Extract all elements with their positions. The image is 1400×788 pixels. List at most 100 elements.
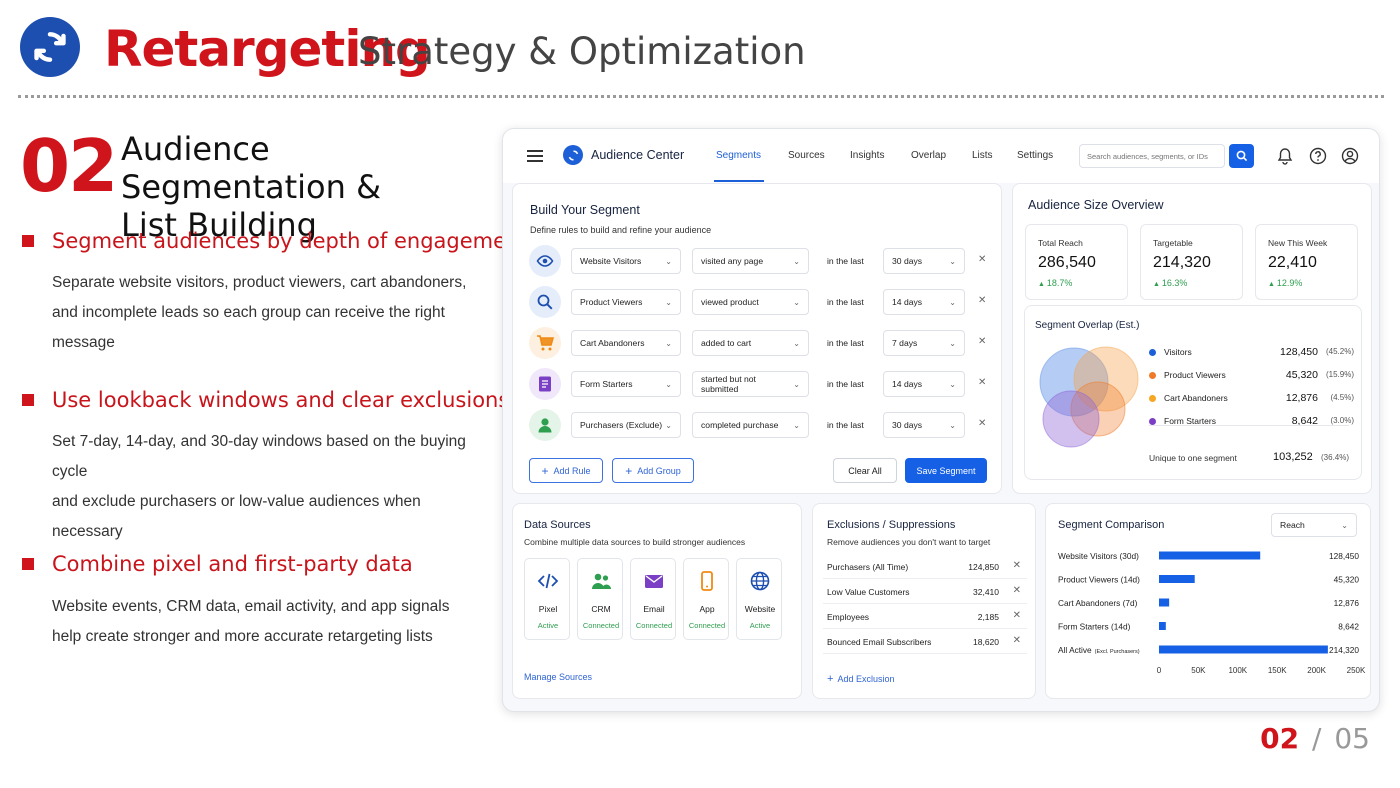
exclusion-name: Low Value Customers — [827, 587, 910, 597]
venn-form-starters — [1042, 390, 1100, 448]
overlap-card: Segment Overlap (Est.) Visitors 128,450 (4… — [1024, 305, 1362, 480]
panel-title: Build Your Segment — [530, 203, 640, 217]
audience-select[interactable]: Form Starters ⌄ — [571, 371, 681, 397]
bar — [1159, 598, 1170, 607]
action-select[interactable]: added to cart ⌄ — [692, 330, 809, 356]
remove-rule-icon[interactable]: ✕ — [978, 254, 986, 265]
stat-delta-value: 18.7% — [1046, 278, 1073, 288]
window-select[interactable]: 30 days ⌄ — [883, 412, 965, 438]
audience-select-value: Website Visitors — [580, 256, 642, 266]
up-arrow-icon: ▲ — [1038, 281, 1047, 288]
bar — [1159, 622, 1166, 630]
add-exclusion-button[interactable]: + Add Exclusion — [827, 673, 894, 685]
x-tick-label: 150K — [1268, 666, 1287, 675]
search-button[interactable] — [1229, 144, 1254, 168]
chart-title: Segment Comparison — [1058, 519, 1165, 531]
action-select[interactable]: viewed product ⌄ — [692, 289, 809, 315]
stat-value: 214,320 — [1153, 254, 1211, 271]
clear-all-button[interactable]: Clear All — [833, 458, 897, 483]
chevron-down-icon: ⌄ — [665, 338, 672, 348]
tab-insights[interactable]: Insights — [850, 150, 884, 161]
source-status: Connected — [688, 621, 726, 630]
add-rule-button[interactable]: + Add Rule — [529, 458, 603, 483]
source-card[interactable]: Pixel Active — [524, 558, 570, 640]
bullet-line: and exclude purchasers or low-value audi… — [52, 493, 421, 540]
save-segment-button[interactable]: Save Segment — [905, 458, 987, 483]
audience-select[interactable]: Product Viewers ⌄ — [571, 289, 681, 315]
source-status: Connected — [582, 621, 620, 630]
remove-exclusion-icon[interactable]: ✕ — [1013, 560, 1021, 571]
bullet-marker — [22, 394, 34, 406]
chevron-down-icon: ⌄ — [949, 338, 956, 348]
tab-overlap[interactable]: Overlap — [911, 150, 946, 161]
action-select-value: started but not submitted — [701, 374, 756, 394]
exclusions-panel: Exclusions / Suppressions Remove audienc… — [812, 503, 1036, 699]
manage-sources-link[interactable]: Manage Sources — [524, 672, 592, 682]
legend-pct: (45.2%) — [1325, 347, 1354, 356]
window-select[interactable]: 14 days ⌄ — [883, 371, 965, 397]
exclusion-name: Bounced Email Subscribers — [827, 637, 932, 647]
window-select[interactable]: 7 days ⌄ — [883, 330, 965, 356]
x-tick-label: 0 — [1157, 666, 1162, 675]
exclusion-row: Employees 2,185 ✕ — [823, 604, 1027, 629]
unique-label: Unique to one segment — [1149, 453, 1237, 463]
source-card[interactable]: CRM Connected — [577, 558, 623, 640]
action-select[interactable]: started but not submitted ⌄ — [692, 371, 809, 397]
source-card[interactable]: Website Active — [736, 558, 782, 640]
metric-dropdown[interactable]: Reach ⌄ — [1271, 513, 1357, 537]
venn-diagram — [1039, 346, 1139, 448]
remove-rule-icon[interactable]: ✕ — [978, 377, 986, 388]
x-tick-label: 100K — [1228, 666, 1247, 675]
remove-rule-icon[interactable]: ✕ — [978, 336, 986, 347]
bullet-text: Set 7-day, 14-day, and 30-day windows ba… — [52, 427, 492, 547]
legend-value: 12,876 — [1285, 392, 1318, 404]
add-rule-label: Add Rule — [553, 465, 591, 476]
audience-select-value: Product Viewers — [580, 297, 643, 307]
source-status: Active — [537, 621, 559, 630]
audience-select[interactable]: Cart Abandoners ⌄ — [571, 330, 681, 356]
exclusion-name: Purchasers (All Time) — [827, 562, 909, 572]
exclusion-count: 32,410 — [973, 587, 999, 597]
build-segment-panel: Build Your Segment Define rules to build… — [512, 183, 1002, 494]
audience-select[interactable]: Purchasers (Exclude) ⌄ — [571, 412, 681, 438]
remove-rule-icon[interactable]: ✕ — [978, 418, 986, 429]
segment-rule-row: Form Starters ⌄ started but not submitted ⌄… — [513, 368, 1003, 400]
source-name: Website — [744, 604, 776, 614]
window-select-value: 30 days — [892, 256, 923, 266]
search-icon — [1236, 150, 1247, 162]
tab-lists[interactable]: Lists — [972, 150, 993, 161]
remove-exclusion-icon[interactable]: ✕ — [1013, 635, 1021, 646]
bar-value-label: 8,642 — [1338, 622, 1359, 632]
source-name: CRM — [591, 604, 611, 614]
action-select-value: completed purchase — [701, 420, 779, 430]
remove-exclusion-icon[interactable]: ✕ — [1013, 585, 1021, 596]
exclusion-row: Purchasers (All Time) 124,850 ✕ — [823, 554, 1027, 579]
audience-select-value: Cart Abandoners — [580, 338, 645, 348]
bell-icon[interactable] — [1277, 147, 1293, 170]
menu-icon[interactable] — [527, 149, 544, 168]
tab-segments[interactable]: Segments — [716, 150, 761, 161]
action-select[interactable]: completed purchase ⌄ — [692, 412, 809, 438]
tab-sources[interactable]: Sources — [788, 150, 825, 161]
window-select[interactable]: 14 days ⌄ — [883, 289, 965, 315]
tab-settings[interactable]: Settings — [1017, 150, 1053, 161]
remove-rule-icon[interactable]: ✕ — [978, 295, 986, 306]
chevron-down-icon: ⌄ — [949, 420, 956, 430]
search-input[interactable] — [1079, 144, 1225, 168]
category-label: All Active (Excl. Purchasers) — [1058, 645, 1140, 655]
audience-select[interactable]: Website Visitors ⌄ — [571, 248, 681, 274]
add-group-button[interactable]: + Add Group — [612, 458, 694, 483]
chevron-down-icon: ⌄ — [793, 297, 800, 307]
account-icon[interactable] — [1341, 147, 1359, 170]
panel-subtitle: Define rules to build and refine your au… — [530, 225, 712, 235]
source-card[interactable]: App Connected — [683, 558, 729, 640]
unique-pct: (36.4%) — [1321, 453, 1350, 462]
window-select[interactable]: 30 days ⌄ — [883, 248, 965, 274]
legend-divider — [1149, 425, 1349, 426]
help-icon[interactable] — [1309, 147, 1327, 170]
action-select[interactable]: visited any page ⌄ — [692, 248, 809, 274]
remove-exclusion-icon[interactable]: ✕ — [1013, 610, 1021, 621]
globe-icon — [749, 570, 771, 597]
category-label: Product Viewers (14d) — [1058, 575, 1140, 585]
source-card[interactable]: Email Connected — [630, 558, 676, 640]
